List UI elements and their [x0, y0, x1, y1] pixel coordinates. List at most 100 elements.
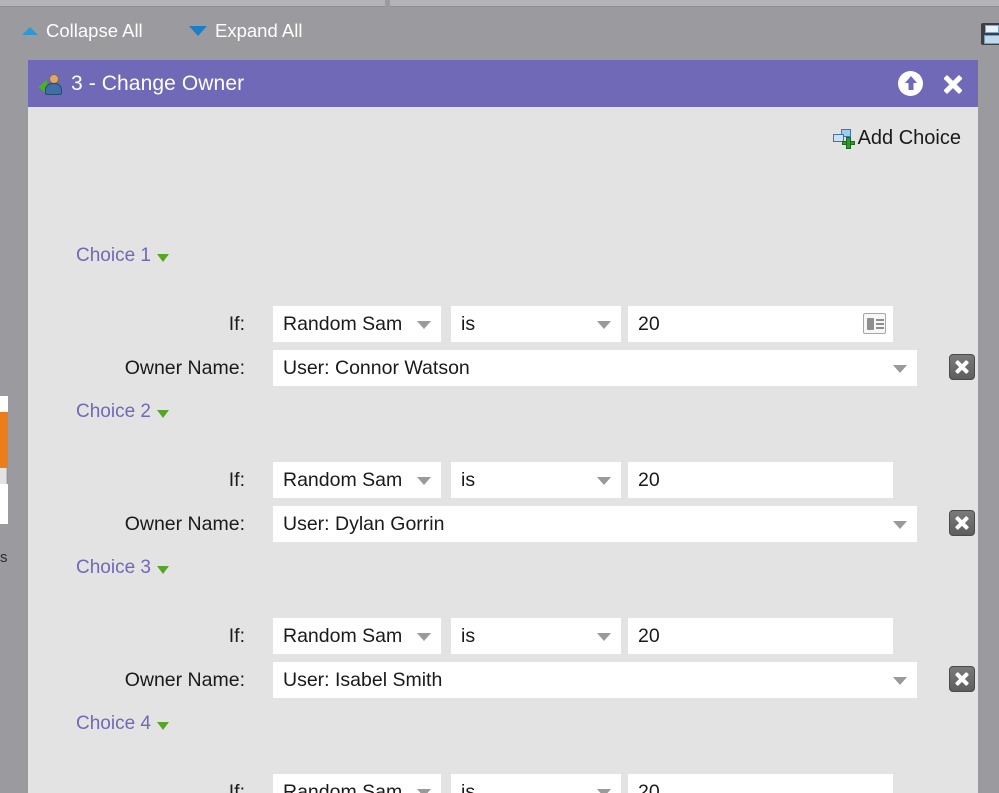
- choice-2-owner-value: User: Dylan Gorrin: [283, 512, 445, 535]
- choice-1-title: Choice 1: [76, 245, 151, 266]
- change-owner-panel: 3 - Change Owner Add Choice Choice 1 If:…: [28, 60, 978, 793]
- choice-3-owner-row: Owner Name: User: Isabel Smith: [28, 662, 978, 698]
- choice-2-owner-row: Owner Name: User: Dylan Gorrin: [28, 506, 978, 542]
- choice-3-owner-select[interactable]: User: Isabel Smith: [273, 662, 917, 698]
- choice-4-title: Choice 4: [76, 713, 151, 734]
- choice-4-operator-select[interactable]: is: [451, 774, 621, 793]
- choice-1-attribute-value: Random Sam: [283, 312, 403, 335]
- choice-3-operator-select[interactable]: is: [451, 618, 621, 654]
- choice-4-value-text: 20: [638, 780, 660, 793]
- choice-4-attribute-value: Random Sam: [283, 780, 403, 793]
- choice-3-operator-value: is: [461, 624, 476, 647]
- chevron-down-icon: [893, 677, 907, 685]
- choice-3-delete-button[interactable]: [949, 666, 975, 692]
- chevron-down-icon: [597, 321, 611, 329]
- triangle-down-green-icon: [157, 721, 169, 730]
- window-top-strip-right: [390, 0, 999, 7]
- choice-3-if-label: If:: [228, 625, 245, 647]
- choice-2-owner-label: Owner Name:: [124, 513, 245, 535]
- expand-all-label: Expand All: [215, 20, 303, 41]
- background-fragment-text: s: [0, 549, 7, 566]
- choice-1-attribute-select[interactable]: Random Sam: [273, 306, 441, 342]
- choice-4-toggle[interactable]: Choice 4: [76, 713, 169, 735]
- choice-2-toggle[interactable]: Choice 2: [76, 401, 169, 423]
- choice-1-owner-select[interactable]: User: Connor Watson: [273, 350, 917, 386]
- chevron-down-icon: [417, 789, 431, 793]
- choice-3-condition-row: If: Random Sam is 20: [28, 618, 978, 654]
- contact-card-portrait: [867, 318, 874, 330]
- choice-4-value-input[interactable]: 20: [628, 774, 893, 793]
- choice-4-operator-value: is: [461, 780, 476, 793]
- contact-card-icon[interactable]: [863, 313, 886, 334]
- background-fragment-white-upper: [0, 396, 8, 412]
- choice-4-attribute-select[interactable]: Random Sam: [273, 774, 441, 793]
- choice-1-value-text: 20: [638, 312, 660, 335]
- panel-body: Add Choice Choice 1 If: Random Sam is 20…: [28, 107, 978, 793]
- chevron-down-icon: [893, 365, 907, 373]
- choice-1-operator-value: is: [461, 312, 476, 335]
- person-torso: [45, 82, 62, 95]
- choice-2-owner-select[interactable]: User: Dylan Gorrin: [273, 506, 917, 542]
- choice-3-value-input[interactable]: 20: [628, 618, 893, 654]
- choice-3-toggle[interactable]: Choice 3: [76, 557, 169, 579]
- choice-2-value-text: 20: [638, 468, 660, 491]
- add-choice-plus-icon: [832, 128, 855, 149]
- arrow-up-circle-icon[interactable]: [898, 71, 923, 96]
- choice-4-if-label: If:: [228, 781, 245, 793]
- window-top-strip-left: [0, 0, 385, 7]
- panel-header-actions: [898, 71, 966, 97]
- choice-1-owner-value: User: Connor Watson: [283, 356, 470, 379]
- save-icon-body: [984, 35, 999, 44]
- expand-all-button[interactable]: Expand All: [189, 18, 302, 44]
- choice-1-condition-row: If: Random Sam is 20: [28, 306, 978, 342]
- choice-2-attribute-select[interactable]: Random Sam: [273, 462, 441, 498]
- chevron-down-icon: [893, 521, 907, 529]
- triangle-down-green-icon: [157, 409, 169, 418]
- triangle-down-green-icon: [157, 565, 169, 574]
- choice-3-attribute-select[interactable]: Random Sam: [273, 618, 441, 654]
- choice-1-operator-select[interactable]: is: [451, 306, 621, 342]
- collapse-all-label: Collapse All: [46, 20, 143, 41]
- choice-2-operator-value: is: [461, 468, 476, 491]
- choice-1-value-input[interactable]: 20: [628, 306, 893, 342]
- background-fragment-white-lower: [0, 484, 8, 524]
- panel-header: 3 - Change Owner: [28, 60, 978, 107]
- choice-3-owner-value: User: Isabel Smith: [283, 668, 443, 691]
- add-choice-plus-vertical: [845, 136, 851, 149]
- choice-2-condition-row: If: Random Sam is 20: [28, 462, 978, 498]
- save-icon-lid: [985, 25, 999, 33]
- floppy-disk-save-icon[interactable]: [981, 23, 999, 45]
- choice-3-value-text: 20: [638, 624, 660, 647]
- choice-1-delete-button[interactable]: [949, 354, 975, 380]
- add-choice-button[interactable]: Add Choice: [832, 127, 961, 150]
- choice-1-owner-label: Owner Name:: [124, 357, 245, 379]
- toolbar: Collapse All Expand All: [0, 7, 999, 52]
- chevron-down-icon: [417, 321, 431, 329]
- chevron-down-icon: [417, 633, 431, 641]
- choice-2-value-input[interactable]: 20: [628, 462, 893, 498]
- triangle-up-icon: [22, 27, 38, 35]
- add-choice-label: Add Choice: [857, 127, 961, 149]
- choice-1-if-label: If:: [228, 313, 245, 335]
- chevron-down-icon: [597, 477, 611, 485]
- chevron-down-icon: [597, 633, 611, 641]
- triangle-down-icon: [189, 26, 207, 36]
- screen-root: s Collapse All Expand All 3 - Change Own…: [0, 0, 999, 793]
- choice-2-title: Choice 2: [76, 401, 151, 422]
- choice-2-if-label: If:: [228, 469, 245, 491]
- choice-2-delete-button[interactable]: [949, 510, 975, 536]
- triangle-down-green-icon: [157, 253, 169, 262]
- panel-title: 3 - Change Owner: [71, 71, 245, 95]
- collapse-all-button[interactable]: Collapse All: [22, 18, 143, 44]
- chevron-down-icon: [417, 477, 431, 485]
- choice-1-owner-row: Owner Name: User: Connor Watson: [28, 350, 978, 386]
- choice-2-operator-select[interactable]: is: [451, 462, 621, 498]
- change-owner-person-icon: [38, 72, 64, 96]
- choice-3-owner-label: Owner Name:: [124, 669, 245, 691]
- choice-3-title: Choice 3: [76, 557, 151, 578]
- contact-card-line: [876, 323, 884, 325]
- choice-2-attribute-value: Random Sam: [283, 468, 403, 491]
- choice-3-attribute-value: Random Sam: [283, 624, 403, 647]
- close-x-icon[interactable]: [940, 71, 966, 97]
- choice-1-toggle[interactable]: Choice 1: [76, 245, 169, 267]
